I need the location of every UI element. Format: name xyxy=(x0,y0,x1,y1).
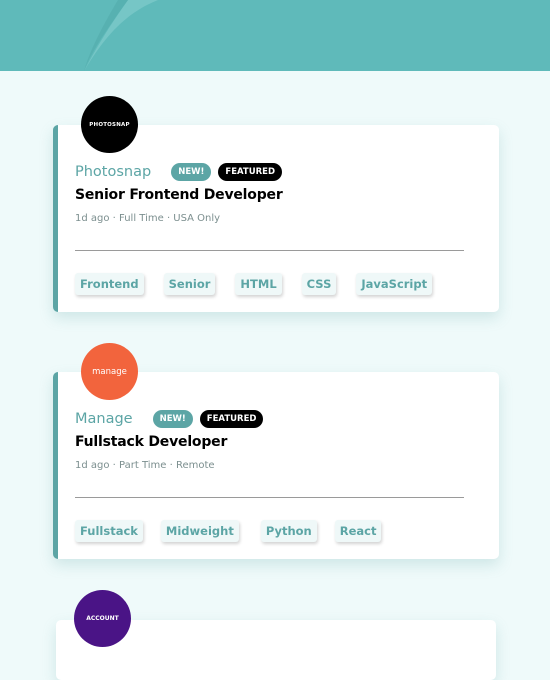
tag-react[interactable]: React xyxy=(334,520,382,542)
tag-javascript[interactable]: JavaScript xyxy=(356,273,433,295)
job-card-photosnap[interactable]: PHOTOSNAP Photosnap NEW! FEATURED Senior… xyxy=(53,96,499,312)
tag-senior[interactable]: Senior xyxy=(163,273,216,295)
new-badge: NEW! xyxy=(152,410,193,428)
company-logo: manage xyxy=(81,343,138,400)
tag-list: Frontend Senior HTML CSS JavaScript xyxy=(75,273,433,295)
tag-frontend[interactable]: Frontend xyxy=(75,273,144,295)
job-position[interactable]: Fullstack Developer xyxy=(75,434,227,450)
job-meta: 1d ago · Part Time · Remote xyxy=(75,460,215,471)
divider xyxy=(75,497,464,498)
company-name[interactable]: Photosnap xyxy=(75,164,151,180)
job-card-account[interactable]: ACCOUNT xyxy=(56,590,496,680)
logo-text: PHOTOSNAP xyxy=(89,121,130,128)
company-row: Photosnap NEW! FEATURED xyxy=(75,163,283,181)
tag-css[interactable]: CSS xyxy=(301,273,337,295)
job-meta: 1d ago · Full Time · USA Only xyxy=(75,213,221,224)
job-position[interactable]: Senior Frontend Developer xyxy=(75,187,283,203)
new-badge: NEW! xyxy=(171,163,212,181)
divider xyxy=(75,250,464,251)
tag-list: Fullstack Midweight Python React xyxy=(75,520,382,542)
logo-text: manage xyxy=(92,366,127,377)
tag-html[interactable]: HTML xyxy=(235,273,282,295)
logo-text: ACCOUNT xyxy=(86,615,119,622)
job-card-manage[interactable]: manage Manage NEW! FEATURED Fullstack De… xyxy=(53,343,499,559)
company-row: Manage NEW! FEATURED xyxy=(75,410,264,428)
header-decoration xyxy=(84,0,158,71)
featured-badge: FEATURED xyxy=(199,410,264,428)
tag-midweight[interactable]: Midweight xyxy=(160,520,239,542)
featured-badge: FEATURED xyxy=(218,163,283,181)
company-logo: ACCOUNT xyxy=(74,590,131,647)
company-name[interactable]: Manage xyxy=(75,411,133,427)
tag-python[interactable]: Python xyxy=(260,520,317,542)
tag-fullstack[interactable]: Fullstack xyxy=(75,520,143,542)
header-banner xyxy=(0,0,550,71)
company-logo: PHOTOSNAP xyxy=(81,96,138,153)
